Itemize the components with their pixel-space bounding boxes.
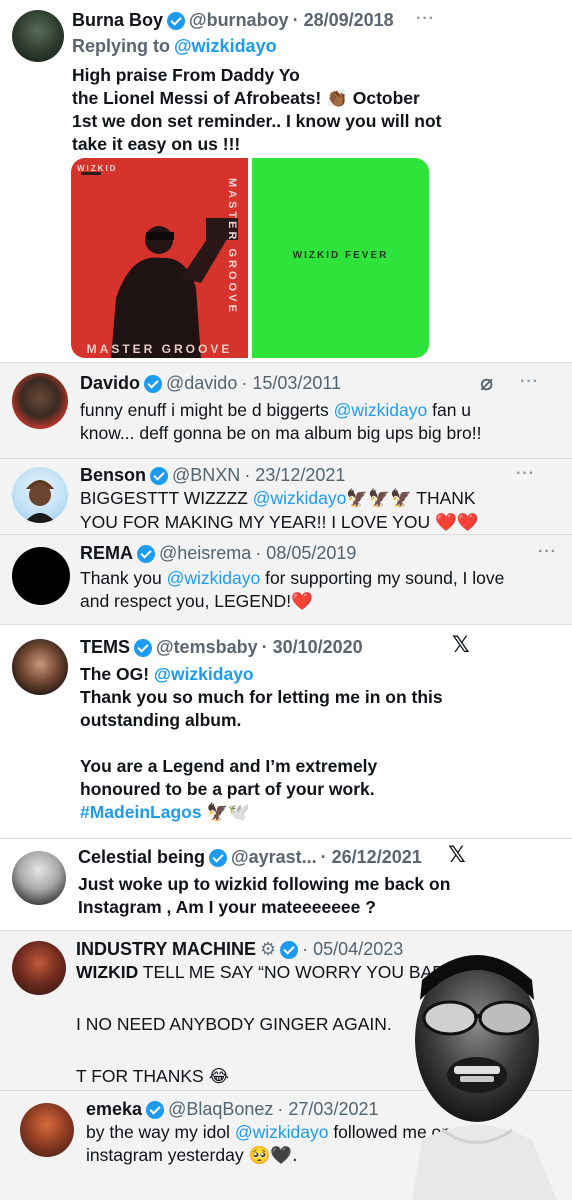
author-handle[interactable]: @heisrema xyxy=(159,543,251,564)
reply-to-mention[interactable]: @wizkidayo xyxy=(174,36,277,57)
retweet-slash-icon: ⌀ xyxy=(480,371,494,396)
tweet-celestial-being[interactable]: Celestial being @ayrast... · 26/12/2021 … xyxy=(0,838,572,930)
mention-link[interactable]: @wizkidayo xyxy=(235,1122,329,1142)
reply-prefix: Replying to xyxy=(72,36,170,56)
tweet-text: Just woke up to wizkid following me back… xyxy=(78,874,451,917)
author-name[interactable]: INDUSTRY MACHINE xyxy=(76,939,256,960)
verified-badge-icon xyxy=(146,1100,165,1119)
mention-link[interactable]: @wizkidayo xyxy=(154,664,254,684)
verified-badge-icon xyxy=(144,374,163,393)
eagle-emoji-icon: 🦅🦅🦅 xyxy=(346,489,412,509)
author-name[interactable]: TEMS xyxy=(80,637,130,658)
avatar[interactable] xyxy=(20,1103,74,1157)
author-handle[interactable]: @ayrast... xyxy=(231,847,317,868)
verified-badge-icon xyxy=(209,848,228,867)
x-logo-icon: 𝕏 xyxy=(452,633,470,658)
author-name[interactable]: REMA xyxy=(80,543,133,564)
author-handle[interactable]: @BlaqBonez xyxy=(168,1099,273,1120)
cover-vertical-title: MASTER GROOVE xyxy=(226,178,238,315)
tweet-date[interactable]: · 28/09/2018 xyxy=(293,10,394,31)
tweet-date[interactable]: · 27/03/2021 xyxy=(277,1099,378,1120)
more-dots-icon[interactable]: ··· xyxy=(416,10,435,28)
author-name[interactable]: Benson xyxy=(80,465,146,486)
author-name[interactable]: Celestial being xyxy=(78,847,205,868)
tweet-text: funny enuff i might be d biggerts @wizki… xyxy=(80,400,482,443)
tweet-date[interactable]: · 30/10/2020 xyxy=(262,637,363,658)
verified-badge-icon xyxy=(137,544,155,563)
cartoon-avatar-icon xyxy=(24,480,56,523)
mention-link[interactable]: @wizkidayo xyxy=(334,400,428,420)
tweet-text: BIGGESTTT WIZZZZ @wizkidayo🦅🦅🦅 THANK YOU… xyxy=(80,488,479,533)
wizkid-fever-cover[interactable]: WIZKID FEVER xyxy=(248,158,429,358)
tweet-text: The OG! @wizkidayo Thank you so much for… xyxy=(80,664,443,823)
eagle-dove-emoji-icon: 🦅🕊️ xyxy=(206,803,251,823)
author-handle[interactable]: @temsbaby xyxy=(156,637,258,658)
verified-badge-icon xyxy=(167,11,186,30)
cover-title: MASTER GROOVE xyxy=(86,342,233,356)
more-dots-icon[interactable]: ··· xyxy=(538,543,557,561)
tweet-text: High praise From Daddy Yo the Lionel Mes… xyxy=(72,65,442,154)
author-name[interactable]: emeka xyxy=(86,1099,142,1120)
avatar[interactable] xyxy=(12,10,64,62)
avatar[interactable] xyxy=(12,547,70,605)
tweet-tems[interactable]: TEMS @temsbaby · 30/10/2020 𝕏 The OG! @w… xyxy=(0,624,572,838)
author-handle[interactable]: @BNXN xyxy=(172,465,240,486)
tweet-date[interactable]: · 26/12/2021 xyxy=(321,847,422,868)
more-dots-icon[interactable]: ··· xyxy=(516,465,535,483)
avatar[interactable] xyxy=(12,941,66,995)
cover-title: WIZKID FEVER xyxy=(292,250,389,261)
hashtag-link[interactable]: #MadeinLagos xyxy=(80,802,202,822)
pleading-heart-emoji-icon: 🥺🖤. xyxy=(248,1146,298,1166)
mention-link[interactable]: @wizkidayo xyxy=(253,488,347,508)
laughing-emoji-icon: 😂 xyxy=(208,1067,230,1087)
avatar[interactable] xyxy=(12,851,66,905)
x-logo-icon: 𝕏 xyxy=(448,843,466,868)
master-groove-cover[interactable]: MASTER GROOVE WIZKID MASTER GROOVE xyxy=(71,158,248,358)
heart-emoji-icon: ❤️❤️ xyxy=(434,513,479,533)
cover-artist: WIZKID xyxy=(77,164,118,173)
tweet-text: Thank you @wizkidayo for supporting my s… xyxy=(80,568,505,612)
author-name[interactable]: Burna Boy xyxy=(72,10,163,31)
author-handle[interactable]: @davido xyxy=(166,373,237,394)
heart-emoji-icon: ❤️ xyxy=(291,592,313,612)
verified-badge-icon xyxy=(134,638,153,657)
more-dots-icon[interactable]: ··· xyxy=(520,373,539,391)
avatar[interactable] xyxy=(12,467,68,523)
author-name[interactable]: Davido xyxy=(80,373,140,394)
wizkid-photo-overlay xyxy=(412,955,557,1200)
tweet-benson[interactable]: Benson @BNXN · 23/12/2021 ··· BIGGESTTT … xyxy=(0,458,572,534)
tweet-davido[interactable]: Davido @davido · 15/03/2011 ⌀ ··· funny … xyxy=(0,362,572,458)
tweet-rema[interactable]: REMA @heisrema · 08/05/2019 ··· Thank yo… xyxy=(0,534,572,624)
verified-badge-icon xyxy=(280,940,299,959)
tweet-date[interactable]: · 15/03/2011 xyxy=(241,373,341,394)
tweet-burna-boy[interactable]: Burna Boy @burnaboy · 28/09/2018 ··· Rep… xyxy=(0,0,572,362)
verified-badge-icon xyxy=(150,466,169,485)
tweet-media[interactable]: MASTER GROOVE WIZKID MASTER GROOVE WIZKI… xyxy=(71,158,429,358)
gear-icon: ⚙ xyxy=(260,939,277,960)
author-handle[interactable]: @burnaboy xyxy=(189,10,289,31)
tweet-date[interactable]: · 08/05/2019 xyxy=(255,543,356,564)
cover-figure-icon xyxy=(81,172,238,358)
avatar[interactable] xyxy=(12,373,68,429)
mention-link[interactable]: @wizkidayo xyxy=(167,568,261,588)
tweet-date[interactable]: · 23/12/2021 xyxy=(244,465,345,486)
avatar[interactable] xyxy=(12,639,68,695)
